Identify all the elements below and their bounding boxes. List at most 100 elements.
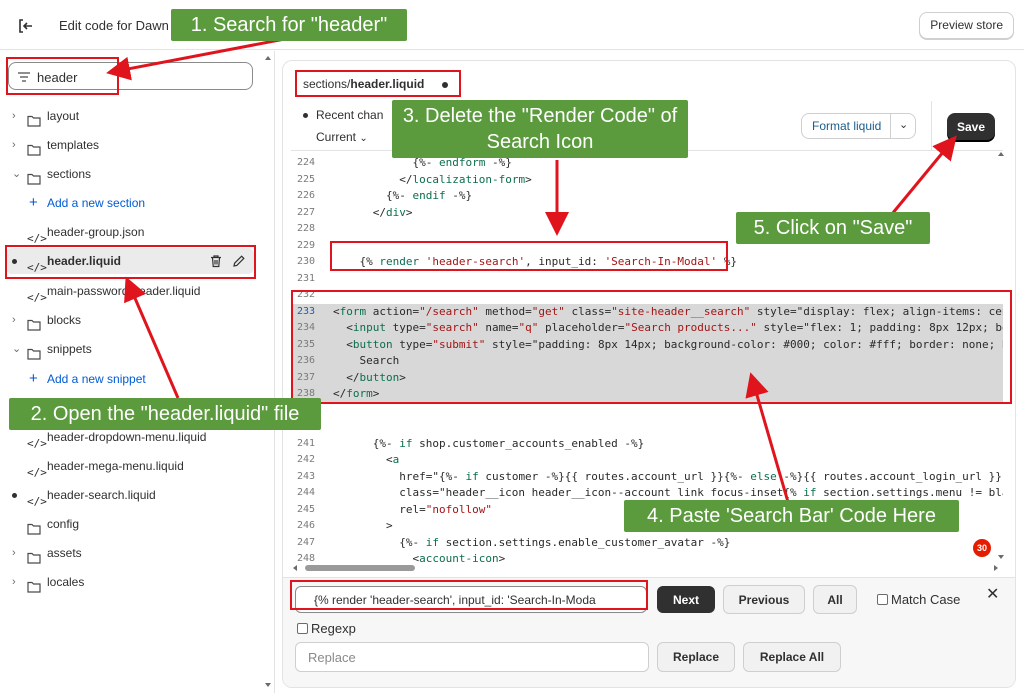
sidebar-item-assets[interactable]: › assets	[0, 540, 262, 566]
file-search-box[interactable]	[8, 62, 253, 90]
line-number: 225	[296, 173, 315, 185]
regexp-checkbox[interactable]: Regexp	[297, 621, 356, 636]
line-number: 228	[296, 223, 315, 234]
code-line[interactable]: 248 <account-icon>	[291, 551, 1003, 562]
preview-store-button[interactable]: Preview store	[919, 12, 1014, 39]
code-text: <button type="submit" style="padding: 8p…	[333, 337, 1003, 351]
code-line[interactable]: 226 {%- endif -%}	[291, 188, 1003, 205]
recent-bullet	[303, 113, 308, 119]
sidebar-item-snippets[interactable]: ⌄ snippets	[0, 336, 262, 362]
find-input[interactable]	[295, 586, 647, 613]
code-line[interactable]: 239	[291, 403, 1003, 420]
previous-button[interactable]: Previous	[723, 585, 805, 614]
issues-badge[interactable]: 30	[973, 539, 991, 557]
plus-icon: +	[29, 370, 38, 387]
sidebar-item-main-password-header-liquid[interactable]: </> main-password-header.liquid	[0, 278, 262, 304]
chevron-right-icon[interactable]: ›	[12, 576, 22, 588]
code-line[interactable]: 243 href="{%- if customer -%}{{ routes.a…	[291, 469, 1003, 486]
code-text: <account-icon>	[333, 552, 506, 562]
sidebar-item-add-a-new-snippet[interactable]: + Add a new snippet	[0, 366, 262, 392]
code-line[interactable]: 230 {% render 'header-search', input_id:…	[291, 254, 1003, 271]
code-line[interactable]: 247 {%- if section.settings.enable_custo…	[291, 535, 1003, 552]
current-version-dropdown[interactable]: Current ⌄	[316, 130, 368, 144]
folder-icon	[27, 168, 41, 185]
toolbar-divider	[931, 101, 932, 151]
sidebar-item-config[interactable]: config	[0, 511, 262, 537]
sidebar-item-label: assets	[47, 546, 82, 560]
find-replace-bar: Next Previous All Match Case ✕ Regexp Re…	[283, 577, 1015, 687]
recent-label: Recent chan	[316, 108, 384, 122]
sidebar-item-header-search-liquid[interactable]: </> header-search.liquid	[0, 482, 262, 508]
code-text: Search	[333, 354, 400, 367]
chevron-down-icon[interactable]: ⌄	[12, 343, 22, 355]
format-liquid-button[interactable]: Format liquid ⌄	[801, 113, 916, 139]
code-line[interactable]: 232	[291, 287, 1003, 304]
sidebar-item-locales[interactable]: › locales	[0, 569, 262, 595]
line-number: 244	[296, 487, 315, 498]
code-line[interactable]: 242 <a	[291, 452, 1003, 469]
chevron-right-icon[interactable]: ›	[12, 110, 22, 122]
recent-changes[interactable]: Recent chan	[303, 108, 383, 122]
code-line[interactable]: 238 </form>	[291, 386, 1003, 403]
sidebar-item-add-a-new-section[interactable]: + Add a new section	[0, 190, 262, 216]
chevron-down-icon[interactable]: ⌄	[899, 118, 908, 131]
code-text: </localization-form>	[333, 172, 532, 186]
code-line[interactable]: 225 </localization-form>	[291, 172, 1003, 189]
folder-icon	[27, 314, 41, 331]
code-line[interactable]: 235 <button type="submit" style="padding…	[291, 336, 1003, 353]
match-case-checkbox[interactable]: Match Case	[877, 592, 960, 607]
current-label: Current	[316, 130, 357, 144]
match-case-label: Match Case	[891, 592, 961, 607]
line-number: 237	[296, 371, 315, 383]
tab-header-liquid[interactable]: sections/header.liquid	[297, 72, 454, 97]
sidebar-item-label: blocks	[47, 313, 82, 327]
sidebar-item-layout[interactable]: › layout	[0, 103, 262, 129]
replace-input[interactable]	[295, 642, 649, 672]
sidebar-item-header-group-json[interactable]: </> header-group.json	[0, 219, 262, 245]
close-icon[interactable]: ✕	[986, 584, 999, 604]
code-line[interactable]: 231	[291, 271, 1003, 288]
sidebar-item-blocks[interactable]: › blocks	[0, 307, 262, 333]
regexp-box[interactable]	[297, 623, 308, 634]
folder-icon	[27, 139, 41, 156]
trash-icon[interactable]	[209, 254, 223, 268]
chevron-right-icon[interactable]: ›	[12, 139, 22, 151]
tab-folder: sections/	[303, 77, 351, 91]
editor-vertical-scrollbar[interactable]	[995, 150, 1007, 562]
code-text: {%- endif -%}	[333, 189, 473, 202]
sidebar-scrollbar[interactable]	[262, 51, 274, 693]
step2-note: 2. Open the "header.liquid" file	[9, 398, 321, 430]
save-button[interactable]: Save	[947, 113, 995, 140]
line-number: 231	[296, 272, 315, 284]
match-case-box[interactable]	[877, 594, 888, 605]
sidebar-item-label: Add a new snippet	[47, 372, 146, 386]
code-line[interactable]: 240	[291, 419, 1003, 436]
sidebar-item-sections[interactable]: ⌄ sections	[0, 161, 262, 187]
chevron-right-icon[interactable]: ›	[12, 547, 22, 559]
file-search-input[interactable]	[37, 67, 237, 87]
next-button[interactable]: Next	[657, 586, 715, 613]
code-line[interactable]: 233 <form action="/search" method="get" c…	[291, 303, 1003, 320]
editor-horizontal-scrollbar[interactable]	[291, 562, 1003, 574]
exit-icon[interactable]	[16, 16, 36, 36]
line-number: 248	[296, 553, 315, 562]
code-line[interactable]: 236 Search	[291, 353, 1003, 370]
sidebar-item-header-liquid[interactable]: </> header.liquid	[6, 248, 254, 274]
chevron-down-icon[interactable]: ⌄	[12, 168, 22, 180]
line-number: 226	[296, 190, 315, 201]
folder-icon	[27, 110, 41, 127]
sidebar-item-templates[interactable]: › templates	[0, 132, 262, 158]
all-button[interactable]: All	[813, 585, 857, 614]
chevron-right-icon[interactable]: ›	[12, 314, 22, 326]
pencil-icon[interactable]	[232, 254, 246, 268]
sidebar-item-label: sections	[47, 167, 92, 181]
replace-all-button[interactable]: Replace All	[743, 642, 841, 672]
code-line[interactable]: 237 </button>	[291, 369, 1003, 386]
code-line[interactable]: 241 {%- if shop.customer_accounts_enable…	[291, 436, 1003, 453]
code-line[interactable]: 234 <input type="search" name="q" placeh…	[291, 320, 1003, 337]
replace-button[interactable]: Replace	[657, 642, 735, 672]
code-file-icon: </>	[27, 437, 47, 450]
sidebar-item-header-mega-menu-liquid[interactable]: </> header-mega-menu.liquid	[0, 453, 262, 479]
plus-icon: +	[29, 194, 38, 211]
line-number: 246	[296, 520, 315, 531]
